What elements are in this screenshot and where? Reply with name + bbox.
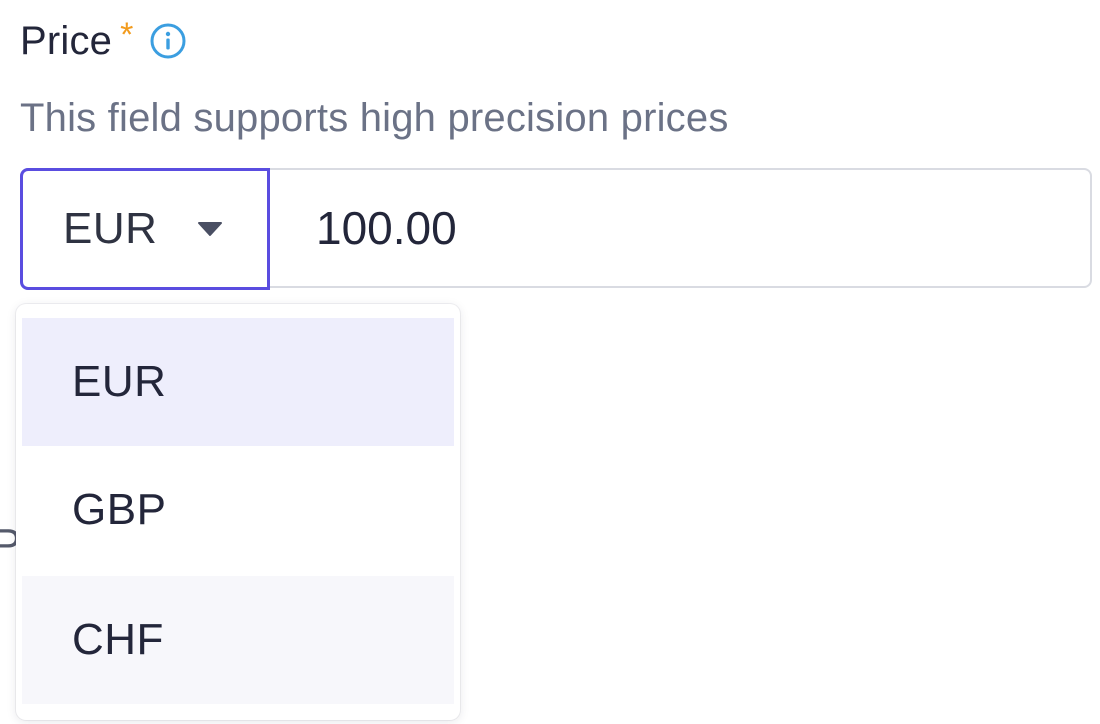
price-label: Price bbox=[20, 18, 113, 63]
info-circle-icon[interactable] bbox=[149, 22, 187, 60]
price-label-row: Price * bbox=[20, 16, 187, 66]
currency-select[interactable]: EUR bbox=[20, 168, 270, 290]
currency-option-chf[interactable]: CHF bbox=[22, 576, 454, 704]
currency-option-gbp[interactable]: GBP bbox=[22, 446, 454, 574]
price-amount-input[interactable] bbox=[272, 170, 1082, 286]
price-help-text: This field supports high precision price… bbox=[20, 96, 729, 140]
caret-down-icon bbox=[197, 221, 223, 237]
currency-option-eur[interactable]: EUR bbox=[22, 318, 454, 446]
price-field-panel: Price * This field supports high precisi… bbox=[0, 0, 1100, 724]
currency-dropdown-menu: EUR GBP CHF bbox=[16, 304, 460, 720]
currency-selected-value: EUR bbox=[63, 204, 158, 253]
required-marker: * bbox=[120, 15, 134, 54]
price-input-group: EUR bbox=[20, 168, 1092, 290]
